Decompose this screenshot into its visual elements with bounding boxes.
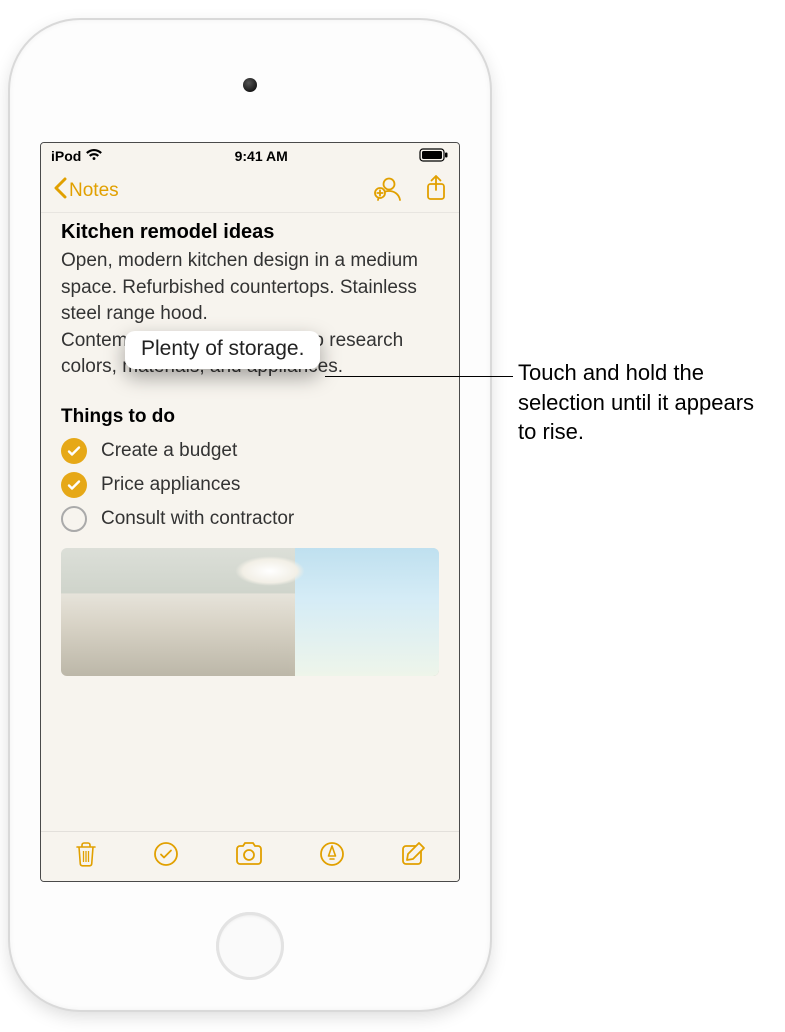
camera-icon[interactable] [233,841,265,872]
checklist: Create a budget Price appliances Consult… [61,434,439,536]
wifi-icon [85,148,103,165]
compose-icon[interactable] [399,840,427,873]
status-left: iPod [51,148,103,165]
note-title: Kitchen remodel ideas [61,221,439,244]
checklist-icon[interactable] [152,840,180,873]
lifted-selection[interactable]: Plenty of storage. [125,331,320,369]
screen: iPod 9:41 AM [40,142,460,882]
nav-right [373,174,447,207]
checkbox-unchecked-icon[interactable] [61,506,87,532]
note-image[interactable] [61,548,439,676]
checklist-item[interactable]: Create a budget [61,434,439,468]
add-people-icon[interactable] [373,175,403,206]
callout-text: Touch and hold the selection until it ap… [518,358,768,447]
note-subheading: Things to do [61,406,439,428]
checklist-label: Create a budget [101,440,237,462]
markup-icon[interactable] [318,840,346,873]
checkbox-checked-icon[interactable] [61,472,87,498]
callout-leader-line [325,376,513,377]
battery-icon [419,148,449,165]
trash-icon[interactable] [73,840,99,873]
home-button[interactable] [216,912,284,980]
bottom-toolbar [41,831,459,881]
checklist-label: Price appliances [101,474,240,496]
device-frame: iPod 9:41 AM [10,20,490,1010]
back-label: Notes [69,180,119,202]
back-button[interactable]: Notes [53,177,119,205]
lifted-text: Plenty of storage. [141,337,304,360]
checkbox-checked-icon[interactable] [61,438,87,464]
checklist-item[interactable]: Price appliances [61,468,439,502]
status-time: 9:41 AM [235,148,288,164]
checklist-item[interactable]: Consult with contractor [61,502,439,536]
nav-bar: Notes [41,169,459,213]
checklist-label: Consult with contractor [101,508,294,530]
carrier-label: iPod [51,148,81,164]
status-right [419,148,449,165]
note-content[interactable]: Kitchen remodel ideas Open, modern kitch… [41,213,459,831]
chevron-left-icon [53,177,67,205]
status-bar: iPod 9:41 AM [41,143,459,169]
share-icon[interactable] [425,174,447,207]
